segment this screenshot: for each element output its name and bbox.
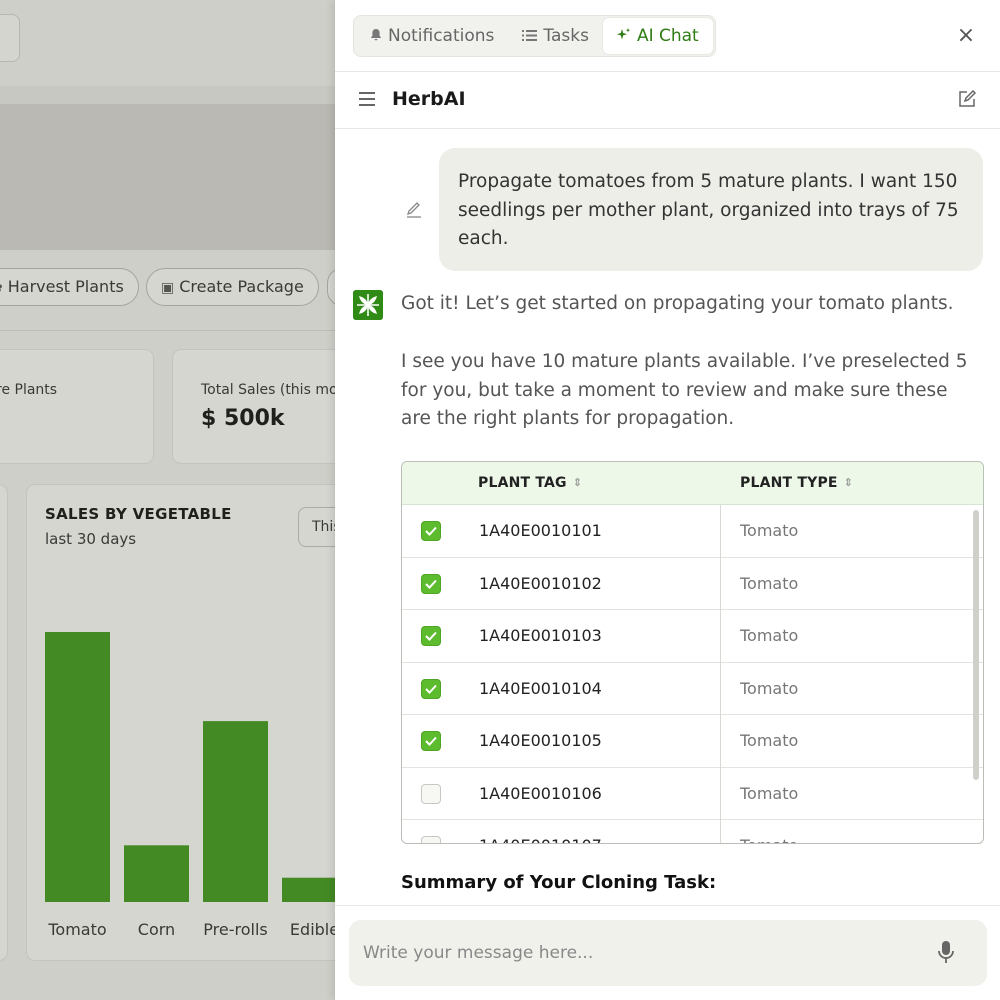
- herbai-logo-icon: [353, 290, 383, 320]
- bell-icon: [370, 19, 382, 55]
- table-header: PLANT TAG ⇕ PLANT TYPE ⇕: [402, 462, 983, 505]
- user-message: Propagate tomatoes from 5 mature plants.…: [439, 148, 983, 271]
- sort-icon: ⇕: [572, 476, 583, 489]
- check-icon: [425, 684, 437, 694]
- tab-ai-chat[interactable]: AI Chat: [602, 18, 713, 55]
- plant-tag-cell: 1A40E0010104: [479, 678, 602, 698]
- plant-type-cell: Tomato: [740, 783, 799, 803]
- table-scrollbar[interactable]: [973, 510, 979, 780]
- message-composer: [335, 905, 1000, 1000]
- plant-tag-cell: 1A40E0010105: [479, 731, 602, 750]
- side-panel: Notifications Tasks AI Chat × HerbAI Pro…: [335, 0, 1000, 1000]
- check-icon: [425, 631, 437, 641]
- plant-type-cell: Tomato: [740, 521, 799, 540]
- bot-message: I see you have 10 mature plants availabl…: [401, 351, 968, 429]
- tab-tasks[interactable]: Tasks: [508, 18, 603, 54]
- table-row[interactable]: 1A40E0010105 Tomato: [402, 715, 983, 768]
- table-row[interactable]: 1A40E0010101 Tomato: [402, 505, 983, 558]
- checkbox-checked[interactable]: [421, 678, 441, 699]
- summary-heading: Summary of Your Cloning Task:: [401, 872, 717, 893]
- table-row[interactable]: 1A40E0010103 Tomato: [402, 610, 983, 663]
- checkbox-unchecked[interactable]: [421, 783, 441, 804]
- close-icon[interactable]: ×: [954, 22, 978, 50]
- checkbox-checked[interactable]: [421, 731, 441, 751]
- menu-icon[interactable]: [359, 92, 375, 106]
- checkbox-checked[interactable]: [421, 626, 441, 646]
- plant-type-cell: Tomato: [740, 626, 799, 645]
- plant-type-cell: Tomato: [740, 678, 799, 698]
- checkbox-checked[interactable]: [421, 521, 441, 541]
- panel-tabs: Notifications Tasks AI Chat: [353, 15, 716, 57]
- microphone-icon[interactable]: [937, 940, 955, 966]
- plant-tag-cell: 1A40E0010103: [479, 626, 602, 645]
- plant-tag-cell: 1A40E0010102: [479, 573, 602, 593]
- plant-tag-cell: 1A40E0010101: [479, 521, 602, 540]
- tab-label: AI Chat: [636, 26, 699, 46]
- tab-label: Notifications: [388, 26, 495, 46]
- plant-tag-cell: 1A40E0010107: [479, 836, 602, 843]
- chat-header: HerbAI: [335, 72, 1000, 129]
- check-icon: [425, 736, 437, 746]
- column-label: PLANT TYPE: [740, 475, 838, 491]
- table-row[interactable]: 1A40E0010102 Tomato: [402, 558, 983, 610]
- table-row[interactable]: 1A40E0010107 Tomato: [402, 820, 983, 843]
- column-divider: [720, 505, 721, 843]
- checkbox-unchecked[interactable]: [421, 836, 441, 843]
- table-row[interactable]: 1A40E0010104 Tomato: [402, 663, 983, 715]
- table-row[interactable]: 1A40E0010106 Tomato: [402, 768, 983, 820]
- column-header-plant-type[interactable]: PLANT TYPE ⇕: [740, 475, 853, 491]
- panel-header: Notifications Tasks AI Chat ×: [335, 0, 1000, 72]
- plant-tag-cell: 1A40E0010106: [479, 783, 602, 803]
- list-icon: [522, 19, 538, 55]
- new-chat-icon[interactable]: [958, 90, 976, 108]
- tab-label: Tasks: [543, 26, 589, 46]
- tab-notifications[interactable]: Notifications: [356, 18, 508, 54]
- chat-title: HerbAI: [392, 88, 466, 110]
- plant-selection-table: PLANT TAG ⇕ PLANT TYPE ⇕ 1A40E0010101 Tomat…: [401, 461, 984, 844]
- column-header-plant-tag[interactable]: PLANT TAG ⇕: [478, 475, 582, 491]
- table-body[interactable]: 1A40E0010101 Tomato 1A40E0010102 Tomato 1A40…: [402, 505, 983, 843]
- sparkle-icon: [616, 19, 631, 55]
- bot-message: Got it! Let’s get started on propagating…: [401, 293, 954, 314]
- message-input[interactable]: [349, 920, 987, 986]
- sort-icon: ⇕: [843, 476, 854, 489]
- check-icon: [425, 579, 437, 589]
- checkbox-checked[interactable]: [421, 573, 441, 594]
- plant-type-cell: Tomato: [740, 836, 798, 843]
- check-icon: [425, 526, 437, 536]
- edit-message-icon[interactable]: [405, 201, 423, 219]
- plant-type-cell: Tomato: [740, 573, 799, 593]
- plant-type-cell: Tomato: [740, 731, 799, 750]
- column-label: PLANT TAG: [478, 475, 567, 491]
